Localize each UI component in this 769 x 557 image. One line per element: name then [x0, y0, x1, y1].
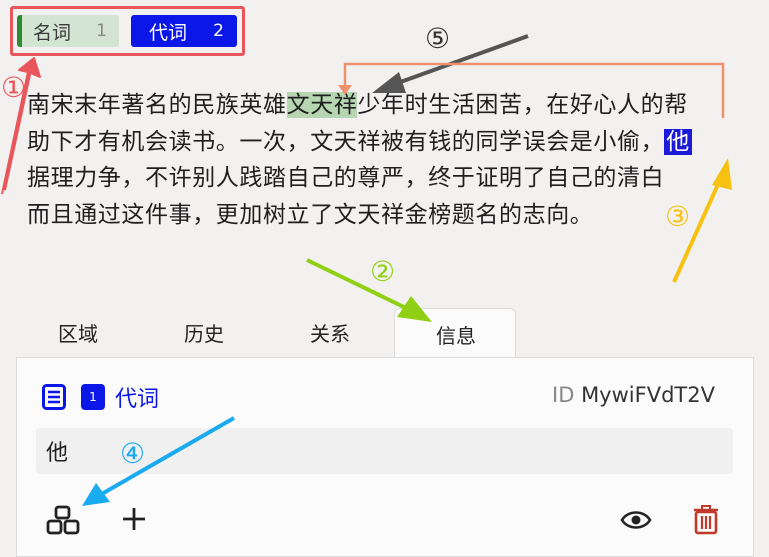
annotation-5: ⑤	[425, 22, 451, 55]
annotation-arrow-5	[394, 34, 529, 86]
annotation-3: ③	[665, 200, 691, 233]
annotation-2: ②	[370, 255, 396, 288]
annotation-1: ①	[1, 71, 27, 104]
annotation-4: ④	[120, 437, 146, 470]
